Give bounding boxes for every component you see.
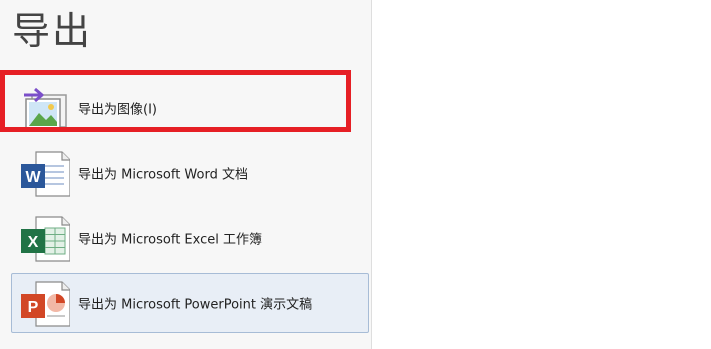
content-area <box>372 0 711 349</box>
svg-text:P: P <box>28 299 39 316</box>
export-excel-button[interactable]: X 导出为 Microsoft Excel 工作簿 <box>11 208 369 268</box>
svg-text:X: X <box>28 234 39 251</box>
annotation-highlight-box <box>0 70 351 132</box>
export-excel-label: 导出为 Microsoft Excel 工作簿 <box>78 232 262 248</box>
word-icon: W <box>21 151 70 197</box>
export-panel: 导出 导出为图像(I) W 导出为 Microsoft Word 文档 X 导出… <box>0 0 372 349</box>
excel-icon: X <box>21 216 70 262</box>
powerpoint-icon: P <box>21 281 70 327</box>
export-powerpoint-button[interactable]: P 导出为 Microsoft PowerPoint 演示文稿 <box>11 273 369 333</box>
export-word-button[interactable]: W 导出为 Microsoft Word 文档 <box>11 143 369 203</box>
svg-text:W: W <box>25 169 41 186</box>
page-title: 导出 <box>12 9 93 53</box>
export-word-label: 导出为 Microsoft Word 文档 <box>78 167 248 183</box>
export-powerpoint-label: 导出为 Microsoft PowerPoint 演示文稿 <box>78 297 313 313</box>
